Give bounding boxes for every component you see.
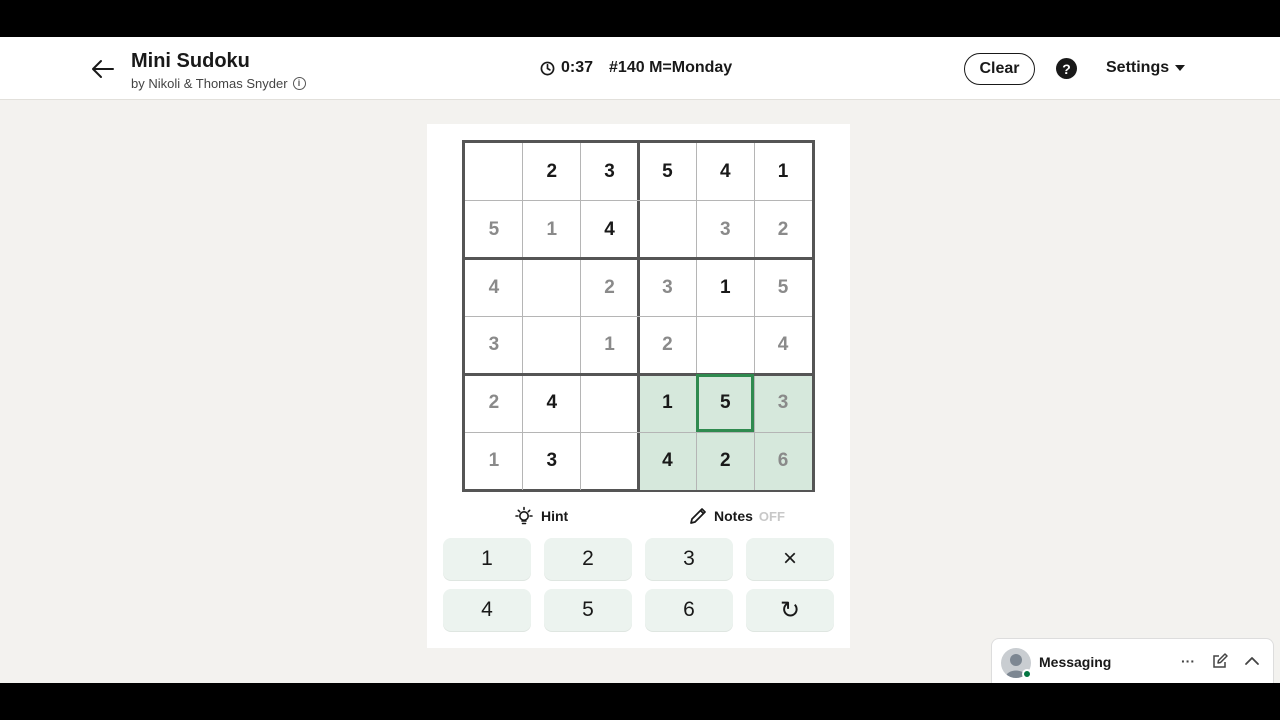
puzzle-number: #140 M=Monday (609, 59, 733, 76)
sudoku-cell-r4-c1[interactable]: 3 (465, 317, 523, 375)
sudoku-cell-r2-c1[interactable]: 5 (465, 201, 523, 259)
sudoku-cell-r2-c4[interactable] (639, 201, 697, 259)
sudoku-cell-r5-c4[interactable]: 1 (638, 374, 697, 433)
sudoku-cell-r5-c3[interactable] (581, 374, 639, 432)
sudoku-cell-r4-c4[interactable]: 2 (639, 317, 697, 375)
sudoku-cell-r3-c4[interactable]: 3 (639, 259, 697, 317)
notes-toggle[interactable]: Notes OFF (688, 506, 785, 526)
grid-line-horizontal (465, 316, 812, 317)
sudoku-cell-r6-c1[interactable]: 1 (465, 432, 523, 490)
hint-button[interactable]: Hint (513, 506, 568, 526)
notes-state: OFF (758, 508, 785, 524)
settings-label: Settings (1106, 59, 1170, 76)
clear-button[interactable]: Clear (964, 53, 1035, 85)
sudoku-cell-r4-c2[interactable] (523, 317, 581, 375)
sudoku-cell-r3-c5[interactable]: 1 (696, 259, 754, 317)
help-icon[interactable]: ? (1056, 58, 1077, 79)
sudoku-cell-r3-c6[interactable]: 5 (754, 259, 812, 317)
byline-text: by Nikoli & Thomas Snyder (131, 76, 288, 91)
key-1[interactable]: 1 (443, 538, 531, 580)
notes-label: Notes (714, 508, 753, 524)
game-card: 23541514324231531242413134265 Hint Notes… (427, 124, 850, 648)
sudoku-cell-r4-c6[interactable]: 4 (754, 317, 812, 375)
online-status-dot (1022, 669, 1032, 679)
erase-key[interactable]: × (746, 538, 834, 580)
grid-line-horizontal (465, 200, 812, 202)
back-button[interactable] (88, 54, 118, 84)
header-bar: Mini Sudoku by Nikoli & Thomas Snyder i … (0, 37, 1280, 100)
number-keypad: 1 2 3 × 4 5 6 ↻ (443, 538, 835, 634)
game-page: Mini Sudoku by Nikoli & Thomas Snyder i … (0, 37, 1280, 683)
sudoku-cell-r5-c6[interactable]: 3 (754, 374, 812, 433)
sudoku-cell-r5-c2[interactable]: 4 (523, 374, 581, 432)
sudoku-cell-r4-c3[interactable]: 1 (581, 317, 639, 375)
grid-line-horizontal (465, 257, 812, 261)
sudoku-cell-r3-c1[interactable]: 4 (465, 259, 523, 317)
more-options-icon[interactable]: ··· (1178, 651, 1198, 671)
puzzle-status: 0:37 #140 M=Monday (540, 59, 732, 77)
undo-key[interactable]: ↻ (746, 589, 834, 631)
caret-down-icon (1175, 65, 1186, 71)
grid-line-horizontal (465, 431, 812, 433)
messaging-label: Messaging (1039, 654, 1112, 670)
timer: 0:37 (561, 59, 594, 76)
key-3[interactable]: 3 (645, 538, 733, 580)
sudoku-cell-r2-c3[interactable]: 4 (581, 201, 639, 259)
sudoku-cell-r6-c6[interactable]: 6 (754, 432, 812, 490)
sudoku-cell-r5-c1[interactable]: 2 (465, 374, 523, 432)
sudoku-cell-r6-c5[interactable]: 2 (696, 432, 755, 490)
author-byline: by Nikoli & Thomas Snyder i (131, 76, 306, 91)
tool-row: Hint Notes OFF (427, 504, 850, 528)
sudoku-cell-r1-c4[interactable]: 5 (639, 143, 697, 201)
clock-icon (540, 61, 555, 75)
sudoku-cell-r5-c5[interactable]: 5 (696, 374, 755, 433)
sudoku-cell-r2-c2[interactable]: 1 (523, 201, 581, 259)
lightbulb-icon (515, 506, 533, 525)
arrow-left-icon (92, 60, 114, 78)
settings-button[interactable]: Settings (1106, 59, 1186, 77)
key-5[interactable]: 5 (544, 589, 632, 631)
hint-label: Hint (541, 508, 569, 524)
messaging-bar[interactable]: Messaging ··· (991, 638, 1274, 683)
pencil-icon (690, 508, 706, 524)
key-2[interactable]: 2 (544, 538, 632, 580)
sudoku-cell-r1-c6[interactable]: 1 (754, 143, 812, 201)
sudoku-cell-r6-c3[interactable] (581, 432, 639, 490)
sudoku-cell-r3-c2[interactable] (523, 259, 581, 317)
key-4[interactable]: 4 (443, 589, 531, 631)
sudoku-cell-r1-c1[interactable] (465, 143, 523, 201)
sudoku-cell-r6-c2[interactable]: 3 (523, 432, 581, 490)
sudoku-cell-r6-c4[interactable]: 4 (638, 432, 697, 490)
compose-icon[interactable] (1210, 651, 1230, 671)
info-icon[interactable]: i (292, 77, 306, 90)
sudoku-cell-r1-c2[interactable]: 2 (523, 143, 581, 201)
chevron-up-icon[interactable] (1242, 651, 1262, 671)
sudoku-cell-r1-c5[interactable]: 4 (696, 143, 754, 201)
sudoku-cell-r2-c6[interactable]: 2 (754, 201, 812, 259)
sudoku-cell-r4-c5[interactable] (696, 317, 754, 375)
page-title: Mini Sudoku (131, 50, 250, 72)
sudoku-cell-r2-c5[interactable]: 3 (696, 201, 754, 259)
sudoku-cell-r1-c3[interactable]: 3 (581, 143, 639, 201)
sudoku-board: 23541514324231531242413134265 (462, 140, 815, 492)
grid-line-horizontal (465, 372, 812, 376)
key-6[interactable]: 6 (645, 589, 733, 631)
sudoku-cell-r3-c3[interactable]: 2 (581, 259, 639, 317)
